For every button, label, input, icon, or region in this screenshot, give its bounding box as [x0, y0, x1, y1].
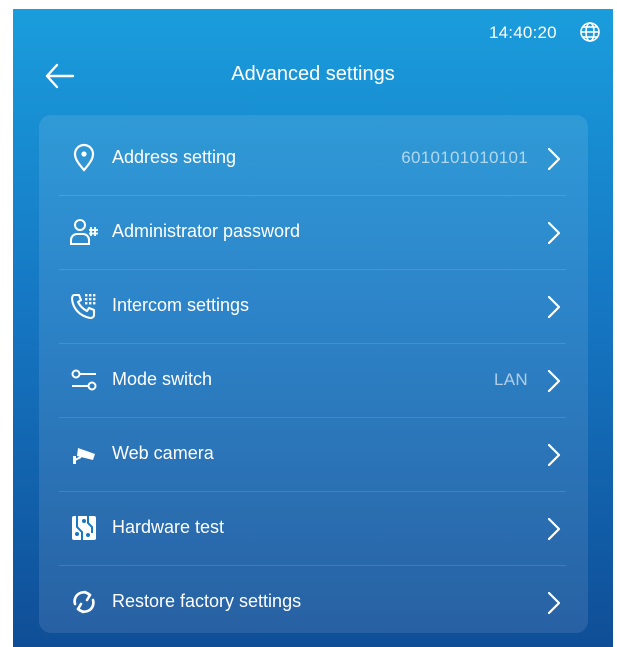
user-key-icon [69, 217, 99, 247]
menu-item-label: Administrator password [112, 221, 301, 241]
menu-item-label: Mode switch [112, 369, 213, 389]
chevron-right-icon [546, 368, 562, 394]
chevron-right-icon [546, 294, 562, 320]
page-title: Advanced settings [231, 63, 395, 85]
menu-item-label: Address setting [112, 147, 237, 167]
menu-item-label: Intercom settings [112, 295, 250, 315]
screen: 14:40:20 Advanced settings Address setti… [13, 9, 613, 647]
menu-item-value: 6010101010101 [401, 148, 528, 167]
menu-item-web-camera[interactable]: Web camera [39, 418, 588, 492]
globe-icon[interactable] [579, 21, 601, 43]
menu-item-label: Restore factory settings [112, 591, 302, 611]
chevron-right-icon [546, 590, 562, 616]
status-time: 14:40:20 [489, 23, 557, 42]
menu-item-hardware-test[interactable]: Hardware test [39, 492, 588, 566]
phone-keypad-icon [69, 291, 99, 321]
menu-item-mode-switch[interactable]: Mode switch LAN [39, 344, 588, 418]
chevron-right-icon [546, 442, 562, 468]
menu-item-label: Web camera [112, 443, 214, 463]
settings-panel: Address setting 6010101010101 Administra… [39, 115, 588, 633]
location-pin-icon [69, 143, 99, 173]
camera-icon [69, 439, 99, 469]
menu-item-administrator-password[interactable]: Administrator password [39, 196, 588, 270]
chevron-right-icon [546, 220, 562, 246]
refresh-icon [69, 587, 99, 617]
chevron-right-icon [546, 516, 562, 542]
menu-item-intercom-settings[interactable]: Intercom settings [39, 270, 588, 344]
circuit-board-icon [69, 513, 99, 543]
menu-item-restore-factory-settings[interactable]: Restore factory settings [39, 566, 588, 640]
menu-item-label: Hardware test [112, 517, 225, 537]
chevron-right-icon [546, 146, 562, 172]
toggle-switch-icon [69, 365, 99, 395]
menu-item-address-setting[interactable]: Address setting 6010101010101 [39, 122, 588, 196]
menu-item-value: LAN [494, 370, 528, 389]
